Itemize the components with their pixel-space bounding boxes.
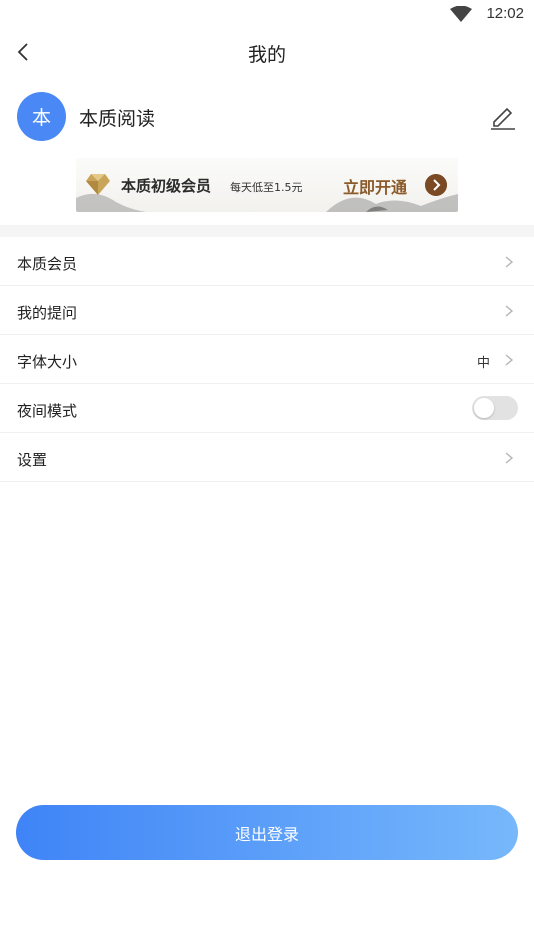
font-size-value: 中	[476, 356, 490, 371]
night-mode-toggle[interactable]	[472, 396, 518, 420]
profile-header: 本 本质阅读	[0, 92, 534, 142]
vip-cta-label[interactable]: 立即开通	[343, 174, 407, 198]
chevron-right-icon	[505, 305, 514, 317]
edit-pencil-icon[interactable]	[488, 102, 518, 132]
menu-item-font-size[interactable]: 字体大小 中	[0, 335, 534, 384]
menu-item-settings[interactable]: 设置	[0, 433, 534, 482]
page-title: 我的	[247, 44, 286, 66]
chevron-right-icon	[505, 452, 514, 464]
status-bar: 12:02	[0, 0, 534, 28]
toggle-knob	[474, 398, 494, 418]
vip-title: 本质初级会员	[121, 177, 212, 195]
wifi-icon	[450, 6, 472, 22]
menu-item-label: 设置	[17, 451, 48, 469]
menu-item-label: 字体大小	[17, 353, 78, 371]
vip-desc: 每天低至1.5元	[230, 181, 303, 194]
menu-item-my-questions[interactable]: 我的提问	[0, 286, 534, 335]
menu-item-label: 我的提问	[17, 304, 78, 322]
menu-item-vip[interactable]: 本质会员	[0, 237, 534, 286]
menu-item-label: 夜间模式	[17, 402, 78, 420]
status-time: 12:02	[486, 5, 524, 22]
username: 本质阅读	[79, 108, 156, 130]
diamond-icon	[86, 174, 110, 195]
chevron-right-icon[interactable]	[425, 174, 447, 196]
section-divider	[0, 225, 534, 237]
menu-item-label: 本质会员	[17, 255, 78, 273]
nav-bar: 我的	[0, 28, 534, 76]
vip-banner[interactable]: 本质初级会员 每天低至1.5元 立即开通	[76, 158, 458, 212]
menu-item-night-mode: 夜间模式	[0, 384, 534, 433]
settings-menu: 本质会员 我的提问 字体大小 中 夜间模式 设置	[0, 237, 534, 482]
chevron-right-icon	[505, 256, 514, 268]
chevron-right-icon	[505, 354, 514, 366]
avatar[interactable]: 本	[17, 92, 66, 141]
logout-button[interactable]: 退出登录	[16, 805, 518, 860]
